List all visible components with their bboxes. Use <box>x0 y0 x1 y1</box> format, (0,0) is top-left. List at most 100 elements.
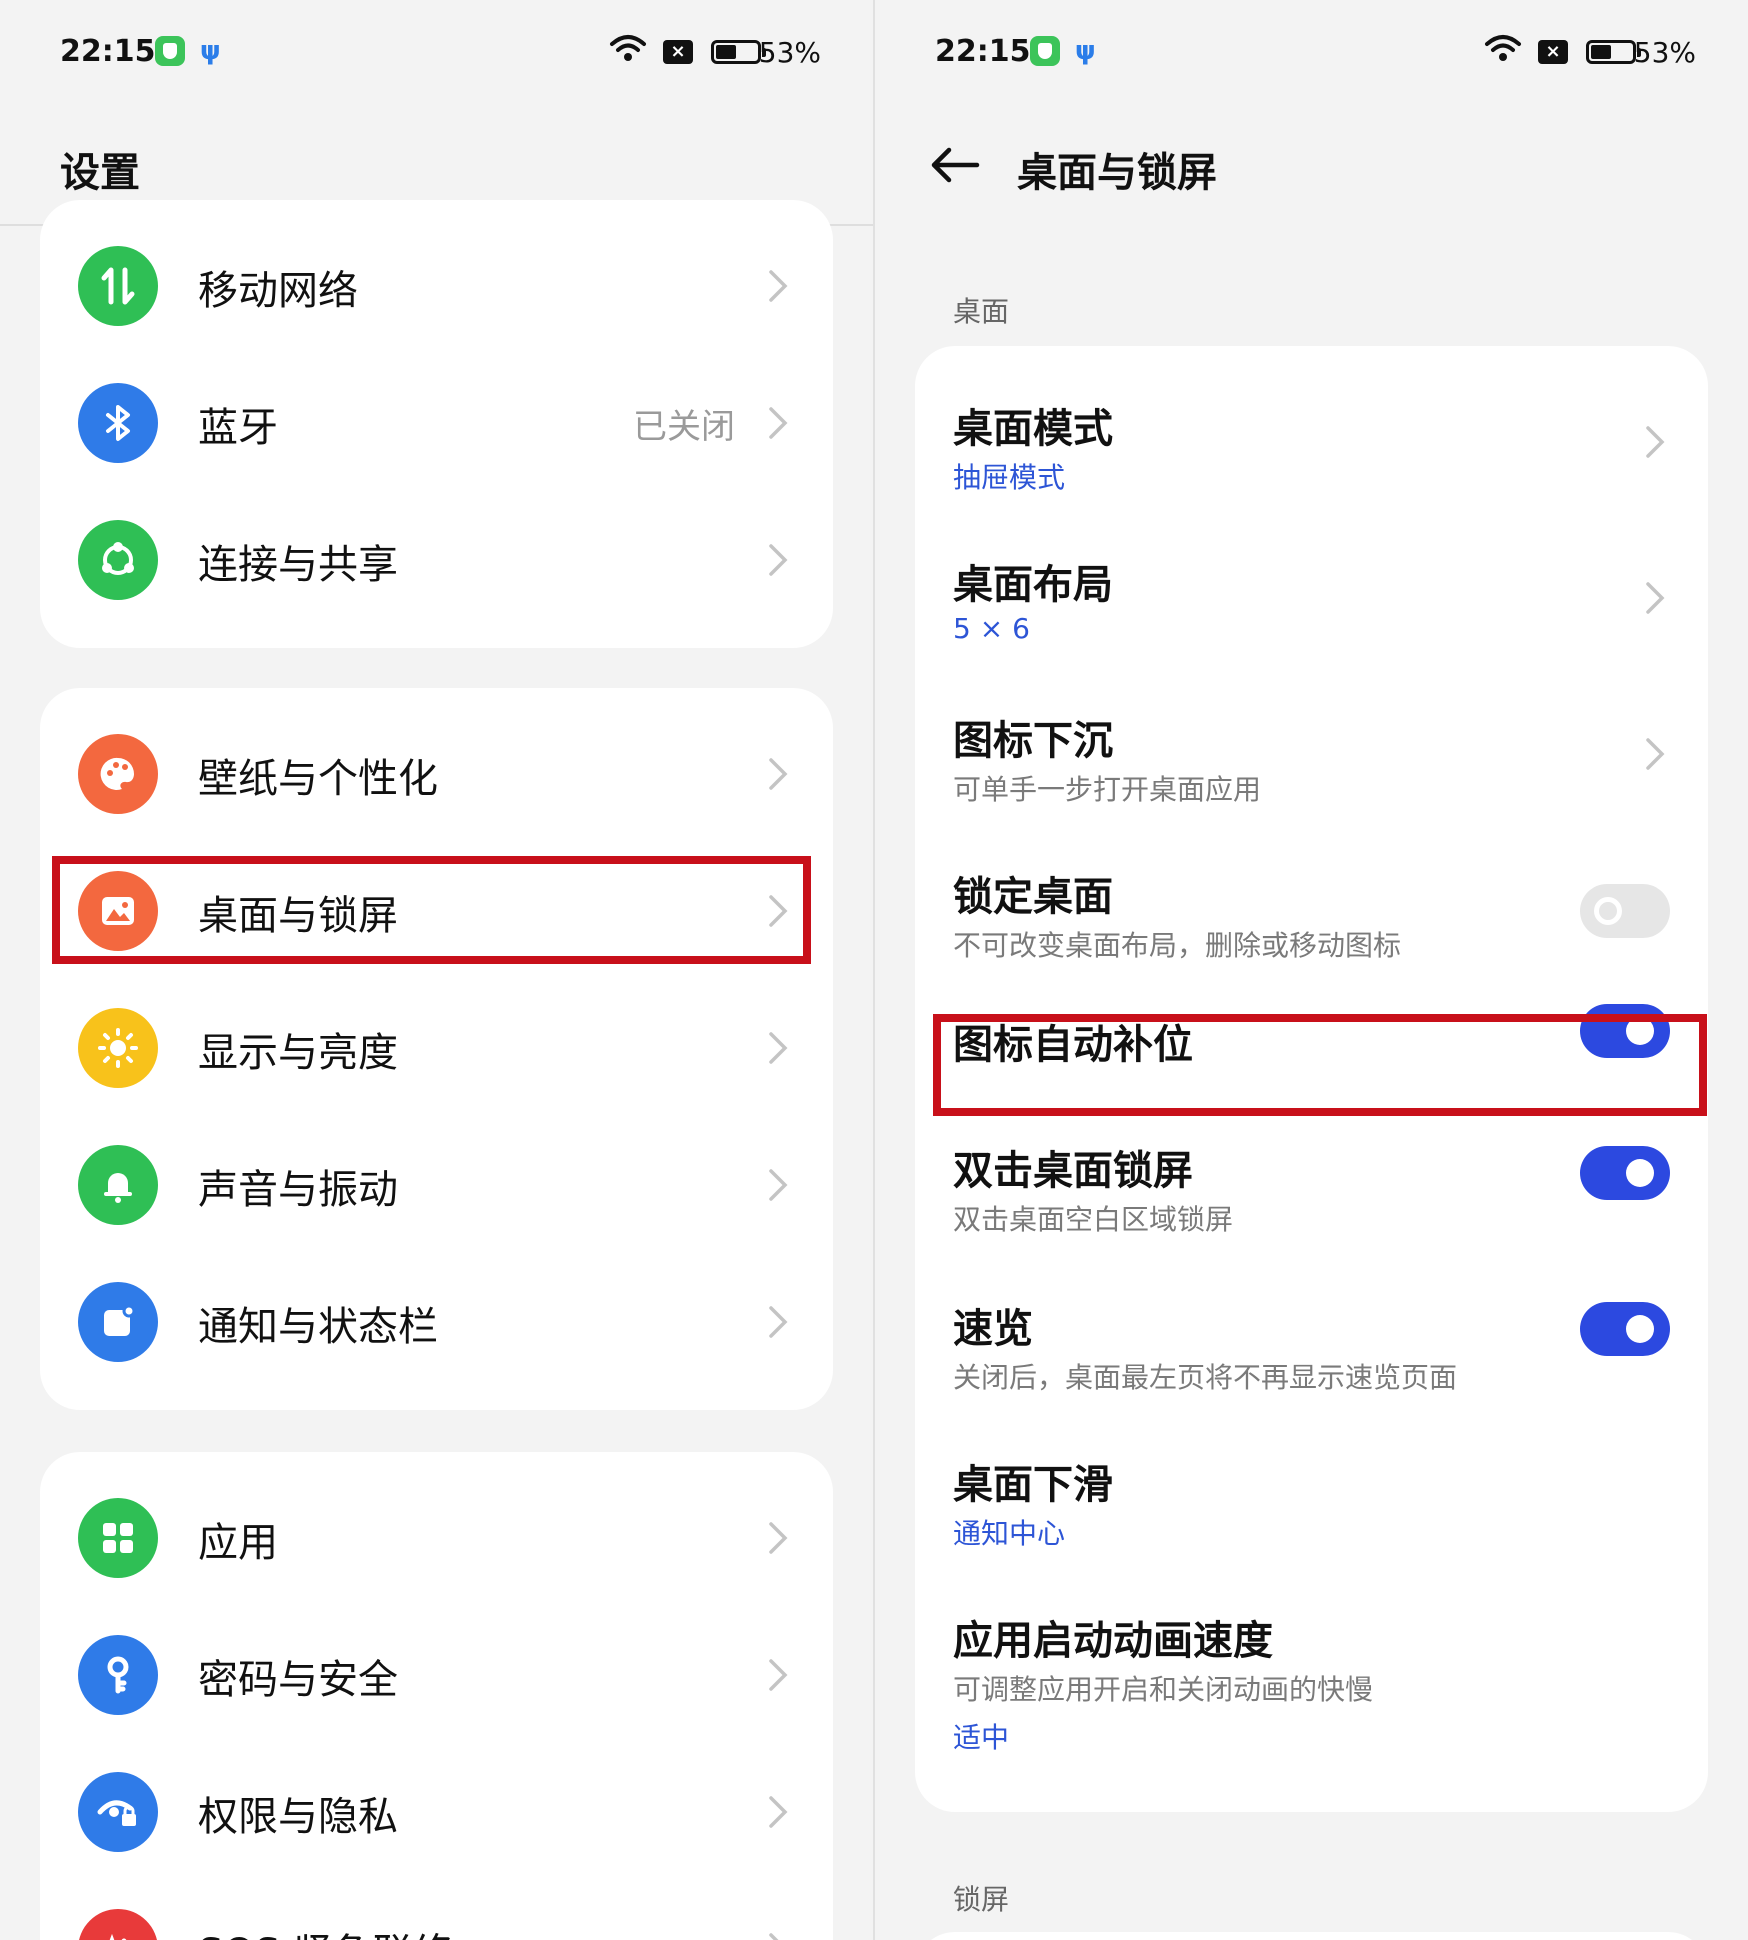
chevron-right-icon <box>769 270 788 302</box>
bluetooth-status: 已关闭 <box>633 407 735 447</box>
settings-item-password-security[interactable]: 密码与安全 <box>40 1607 833 1744</box>
security-app-icon <box>155 36 185 66</box>
chevron-right-icon <box>769 1032 788 1064</box>
chevron-right-icon <box>769 407 788 439</box>
mobile-data-icon <box>78 246 158 326</box>
settings-item-connection-sharing[interactable]: 连接与共享 <box>40 492 833 629</box>
settings-item-privacy[interactable]: 权限与隐私 <box>40 1744 833 1881</box>
settings-group-network: 移动网络 蓝牙 已关闭 连接与共享 <box>40 200 833 648</box>
battery-percent: 53% <box>1633 36 1696 69</box>
sos-icon <box>78 1909 158 1940</box>
section-header-lockscreen: 锁屏 <box>953 1883 1010 1916</box>
chevron-right-icon <box>769 1169 788 1201</box>
desktop-lockscreen-screen: 22:15 ψ × 53% 桌面与锁屏 桌面 桌面模式 抽屉模式 桌面布局 5 … <box>875 0 1748 1940</box>
page-title: 桌面与锁屏 <box>1017 150 1217 196</box>
battery-icon <box>711 40 766 64</box>
item-title: 锁定桌面 <box>953 874 1113 920</box>
no-sim-icon: × <box>1538 40 1568 64</box>
settings-item-apps[interactable]: 应用 <box>40 1470 833 1607</box>
item-value: 通知中心 <box>953 1517 1066 1550</box>
settings-item-notifications[interactable]: 通知与状态栏 <box>40 1254 833 1391</box>
status-bar: 22:15 ψ × 53% <box>875 28 1748 78</box>
chevron-right-icon <box>769 1306 788 1338</box>
highlight-box <box>933 1014 1707 1116</box>
settings-item-label: 蓝牙 <box>198 405 278 451</box>
settings-item-label: 壁纸与个性化 <box>198 756 438 802</box>
bell-icon <box>78 1145 158 1225</box>
item-subtitle: 关闭后，桌面最左页将不再显示速览页面 <box>953 1361 1458 1394</box>
item-subtitle: 双击桌面空白区域锁屏 <box>953 1203 1234 1236</box>
back-arrow-icon[interactable] <box>925 140 985 190</box>
share-icon <box>78 520 158 600</box>
notification-app-icon: ψ <box>1075 36 1096 66</box>
settings-group-apps: 应用 密码与安全 权限与隐私 SOS 紧 <box>40 1452 833 1940</box>
status-bar: 22:15 ψ × 53% <box>0 28 873 78</box>
item-title: 桌面下滑 <box>953 1462 1113 1508</box>
chevron-right-icon <box>769 1659 788 1691</box>
security-app-icon <box>1030 36 1060 66</box>
key-icon <box>78 1635 158 1715</box>
quick-view-toggle[interactable] <box>1580 1302 1670 1356</box>
screenshot: 22:15 ψ × 53% 设置 移动网络 蓝牙 已关闭 连接与共享 壁纸与个性… <box>0 0 1748 1940</box>
item-title: 桌面布局 <box>953 562 1113 608</box>
lockscreen-settings-card <box>915 1932 1708 1940</box>
toggle-knob <box>1626 1159 1654 1187</box>
item-subtitle: 可单手一步打开桌面应用 <box>953 773 1262 806</box>
double-tap-lock-toggle[interactable] <box>1580 1146 1670 1200</box>
chevron-right-icon <box>769 758 788 790</box>
lock-desktop-toggle[interactable] <box>1580 884 1670 938</box>
item-desktop-layout[interactable]: 桌面布局 5 × 6 <box>915 504 1708 660</box>
battery-icon <box>1586 40 1641 64</box>
item-desktop-mode[interactable]: 桌面模式 抽屉模式 <box>915 346 1708 504</box>
status-time: 22:15 <box>60 34 156 69</box>
settings-item-label: 连接与共享 <box>198 542 398 588</box>
palette-icon <box>78 734 158 814</box>
status-time: 22:15 <box>935 34 1031 69</box>
item-lock-desktop: 锁定桌面 不可改变桌面布局，删除或移动图标 <box>915 818 1708 974</box>
chevron-right-icon <box>1646 582 1665 614</box>
wifi-icon <box>1485 35 1521 61</box>
item-subtitle: 不可改变桌面布局，删除或移动图标 <box>953 929 1402 962</box>
item-value: 适中 <box>953 1721 1010 1754</box>
chevron-right-icon <box>769 1522 788 1554</box>
item-title: 应用启动动画速度 <box>953 1618 1273 1664</box>
chevron-right-icon <box>769 544 788 576</box>
bluetooth-icon <box>78 383 158 463</box>
chevron-right-icon <box>1646 426 1665 458</box>
settings-item-label: 应用 <box>198 1520 278 1566</box>
item-title: 双击桌面锁屏 <box>953 1148 1193 1194</box>
item-icon-sink[interactable]: 图标下沉 可单手一步打开桌面应用 <box>915 660 1708 818</box>
chevron-right-icon <box>1646 738 1665 770</box>
page-title: 设置 <box>60 150 140 196</box>
sun-icon <box>78 1008 158 1088</box>
settings-item-wallpaper[interactable]: 壁纸与个性化 <box>40 706 833 843</box>
item-value: 5 × 6 <box>953 612 1030 645</box>
settings-item-mobile-network[interactable]: 移动网络 <box>40 218 833 355</box>
item-app-animation-speed[interactable]: 应用启动动画速度 可调整应用开启和关闭动画的快慢 适中 <box>915 1570 1708 1800</box>
item-title: 桌面模式 <box>953 406 1113 452</box>
settings-item-label: 显示与亮度 <box>198 1030 398 1076</box>
wifi-icon <box>610 35 646 61</box>
settings-item-sound[interactable]: 声音与振动 <box>40 1117 833 1254</box>
item-subtitle: 可调整应用开启和关闭动画的快慢 <box>953 1673 1374 1706</box>
chevron-right-icon <box>769 1796 788 1828</box>
notification-app-icon: ψ <box>200 36 221 66</box>
settings-screen: 22:15 ψ × 53% 设置 移动网络 蓝牙 已关闭 连接与共享 壁纸与个性… <box>0 0 873 1940</box>
settings-item-sos[interactable]: SOS 紧急联络 <box>40 1881 833 1940</box>
item-title: 速览 <box>953 1306 1033 1352</box>
settings-item-label: 权限与隐私 <box>198 1794 398 1840</box>
no-sim-icon: × <box>663 40 693 64</box>
settings-item-label: 声音与振动 <box>198 1167 398 1213</box>
toggle-knob <box>1594 897 1622 925</box>
notification-icon <box>78 1282 158 1362</box>
item-desktop-swipe-down[interactable]: 桌面下滑 通知中心 <box>915 1412 1708 1570</box>
settings-item-bluetooth[interactable]: 蓝牙 已关闭 <box>40 355 833 492</box>
item-title: 图标下沉 <box>953 718 1113 764</box>
settings-item-label: SOS 紧急联络 <box>198 1921 453 1940</box>
item-value: 抽屉模式 <box>953 461 1066 494</box>
item-double-tap-lock: 双击桌面锁屏 双击桌面空白区域锁屏 <box>915 1098 1708 1256</box>
toggle-knob <box>1626 1315 1654 1343</box>
apps-icon <box>78 1498 158 1578</box>
settings-item-label: 移动网络 <box>198 268 358 314</box>
settings-item-display[interactable]: 显示与亮度 <box>40 980 833 1117</box>
